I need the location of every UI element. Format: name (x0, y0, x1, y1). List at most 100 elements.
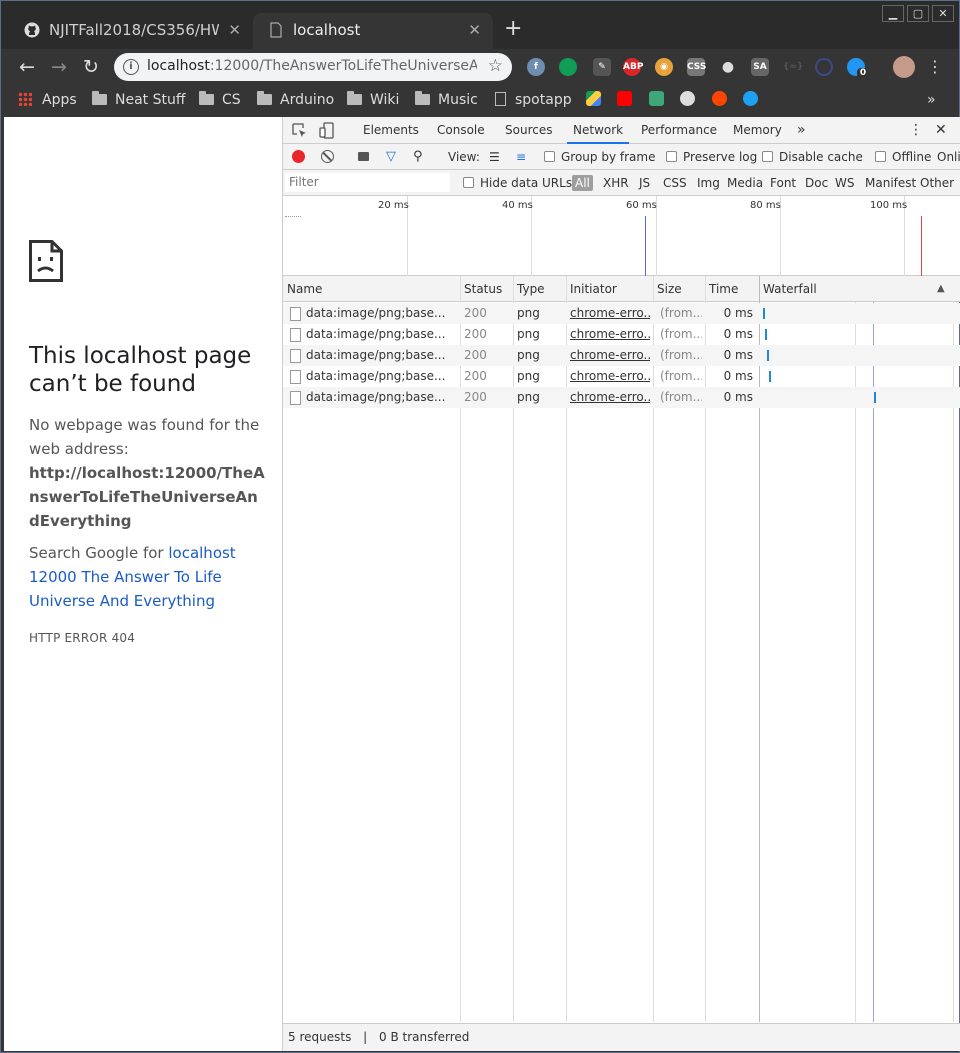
search-icon[interactable]: ⚲ (413, 148, 423, 166)
offline-checkbox[interactable]: Offline (875, 148, 931, 166)
tab-sources[interactable]: Sources (505, 117, 552, 144)
screenshot-camera-icon[interactable] (358, 152, 369, 161)
tab-localhost[interactable]: localhost ✕ (253, 13, 493, 49)
clear-icon[interactable] (321, 150, 334, 163)
table-row[interactable]: data:image/png;base... 200 png chrome-erro.… (283, 387, 960, 408)
hide-data-urls-checkbox[interactable]: Hide data URLs (463, 174, 572, 192)
filter-js[interactable]: JS (639, 174, 650, 192)
bookmark-arduino[interactable]: Arduino (257, 90, 334, 110)
filter-manifest[interactable]: Manifest (865, 174, 916, 192)
column-name[interactable]: Name (283, 276, 322, 302)
sort-ascending-icon[interactable]: ▲ (933, 276, 945, 302)
youtube-icon[interactable] (617, 91, 632, 106)
sa-icon[interactable]: SA (751, 58, 769, 76)
bookmark-music[interactable]: Music (415, 90, 478, 110)
disable-cache-checkbox[interactable]: Disable cache (762, 148, 863, 166)
column-size[interactable]: Size (653, 276, 682, 302)
filter-doc[interactable]: Doc (805, 174, 828, 192)
fedora-icon[interactable]: f (527, 58, 545, 76)
column-status[interactable]: Status (460, 276, 502, 302)
table-row[interactable]: data:image/png;base... 200 png chrome-erro.… (283, 366, 960, 387)
css-icon[interactable]: CSS (687, 58, 706, 76)
twitter-icon[interactable] (743, 91, 758, 106)
window-close-button[interactable]: ✕ (932, 5, 954, 22)
filter-img[interactable]: Img (697, 174, 720, 192)
bookmark-star-icon[interactable]: ☆ (488, 56, 503, 76)
filter-ws[interactable]: WS (835, 174, 854, 192)
record-button[interactable] (292, 150, 305, 163)
maximize-button[interactable]: ▢ (907, 5, 929, 22)
tab-github[interactable]: NJITFall2018/CS356/HW2 ✕ (9, 13, 253, 49)
menu-icon[interactable]: ⋮ (923, 55, 947, 79)
filter-css[interactable]: CSS (663, 174, 687, 192)
avatar[interactable] (893, 56, 915, 78)
owl-icon[interactable]: ◉ (655, 58, 673, 76)
table-row[interactable]: data:image/png;base... 200 png chrome-erro.… (283, 303, 960, 324)
json-icon[interactable]: {≈} (783, 58, 803, 76)
request-initiator[interactable]: chrome-erro... (570, 303, 650, 324)
request-name[interactable]: data:image/png;base... (306, 366, 456, 387)
inspect-element-icon[interactable] (292, 123, 307, 138)
google-drive-icon[interactable] (586, 91, 601, 106)
table-row[interactable]: data:image/png;base... 200 png chrome-erro.… (283, 324, 960, 345)
forward-button[interactable]: → (47, 55, 71, 79)
bookmark-neat-stuff[interactable]: Neat Stuff (92, 90, 186, 110)
request-name[interactable]: data:image/png;base... (306, 345, 456, 366)
filter-media[interactable]: Media (727, 174, 763, 192)
filter-xhr[interactable]: XHR (603, 174, 629, 192)
filter-funnel-icon[interactable]: ▽ (386, 148, 396, 166)
network-overview[interactable]: 20 ms 40 ms 60 ms 80 ms 100 ms (283, 196, 960, 276)
kebab-menu-icon[interactable]: ⋮ (909, 117, 923, 144)
request-name[interactable]: data:image/png;base... (306, 303, 456, 324)
request-initiator[interactable]: chrome-erro... (570, 366, 650, 387)
column-time[interactable]: Time (705, 276, 738, 302)
new-tab-button[interactable]: + (504, 17, 522, 41)
eyedropper-icon[interactable]: ✎ (593, 58, 611, 76)
tab-network[interactable]: Network (567, 117, 630, 144)
close-icon[interactable]: ✕ (228, 21, 241, 39)
circle-icon[interactable] (815, 58, 833, 76)
bookmark-wiki[interactable]: Wiki (347, 90, 399, 110)
preserve-log-checkbox[interactable]: Preserve log (666, 148, 757, 166)
hackerrank-icon[interactable] (649, 91, 664, 106)
more-bookmarks-button[interactable]: » (927, 90, 936, 110)
table-row[interactable]: data:image/png;base... 200 png chrome-erro.… (283, 345, 960, 366)
filter-input[interactable] (285, 173, 450, 192)
github-icon[interactable] (680, 91, 695, 106)
tab-console[interactable]: Console (437, 117, 485, 144)
more-tabs-button[interactable]: » (797, 117, 806, 144)
info-icon[interactable]: i (123, 59, 139, 75)
device-toolbar-icon[interactable] (319, 122, 335, 139)
bookmark-apps[interactable]: Apps (18, 90, 77, 110)
bookmark-cs[interactable]: CS (199, 90, 241, 110)
request-name[interactable]: data:image/png;base... (306, 324, 456, 345)
large-rows-icon[interactable]: ☰ (489, 148, 500, 166)
waterfall-view-icon[interactable]: ≡ (516, 148, 526, 166)
request-initiator[interactable]: chrome-erro... (570, 387, 650, 408)
filter-font[interactable]: Font (770, 174, 796, 192)
back-button[interactable]: ← (15, 55, 39, 79)
bookmark-spotapp[interactable]: spotapp (495, 90, 572, 110)
address-bar[interactable]: i localhost:12000/TheAnswerToLifeTheUniv… (114, 53, 512, 81)
request-initiator[interactable]: chrome-erro... (570, 345, 650, 366)
gnome-icon[interactable]: ● (719, 58, 737, 76)
request-initiator[interactable]: chrome-erro... (570, 324, 650, 345)
tab-performance[interactable]: Performance (641, 117, 717, 144)
close-devtools-icon[interactable]: ✕ (935, 117, 947, 144)
adblock-icon[interactable]: ABP (623, 58, 643, 76)
throttling-select[interactable]: Online (937, 148, 960, 166)
tab-memory[interactable]: Memory (733, 117, 782, 144)
tab-elements[interactable]: Elements (363, 117, 419, 144)
filter-other[interactable]: Other (920, 174, 954, 192)
column-type[interactable]: Type (513, 276, 545, 302)
column-initiator[interactable]: Initiator (566, 276, 617, 302)
request-name[interactable]: data:image/png;base... (306, 387, 456, 408)
reload-button[interactable]: ↻ (79, 55, 103, 79)
reddit-icon[interactable] (712, 91, 727, 106)
minimize-button[interactable]: ▁ (882, 5, 904, 22)
group-by-frame-checkbox[interactable]: Group by frame (544, 148, 655, 166)
evernote-icon[interactable] (559, 58, 577, 76)
filter-all[interactable]: All (572, 175, 593, 191)
column-waterfall[interactable]: Waterfall (759, 276, 817, 302)
close-icon[interactable]: ✕ (468, 21, 481, 39)
